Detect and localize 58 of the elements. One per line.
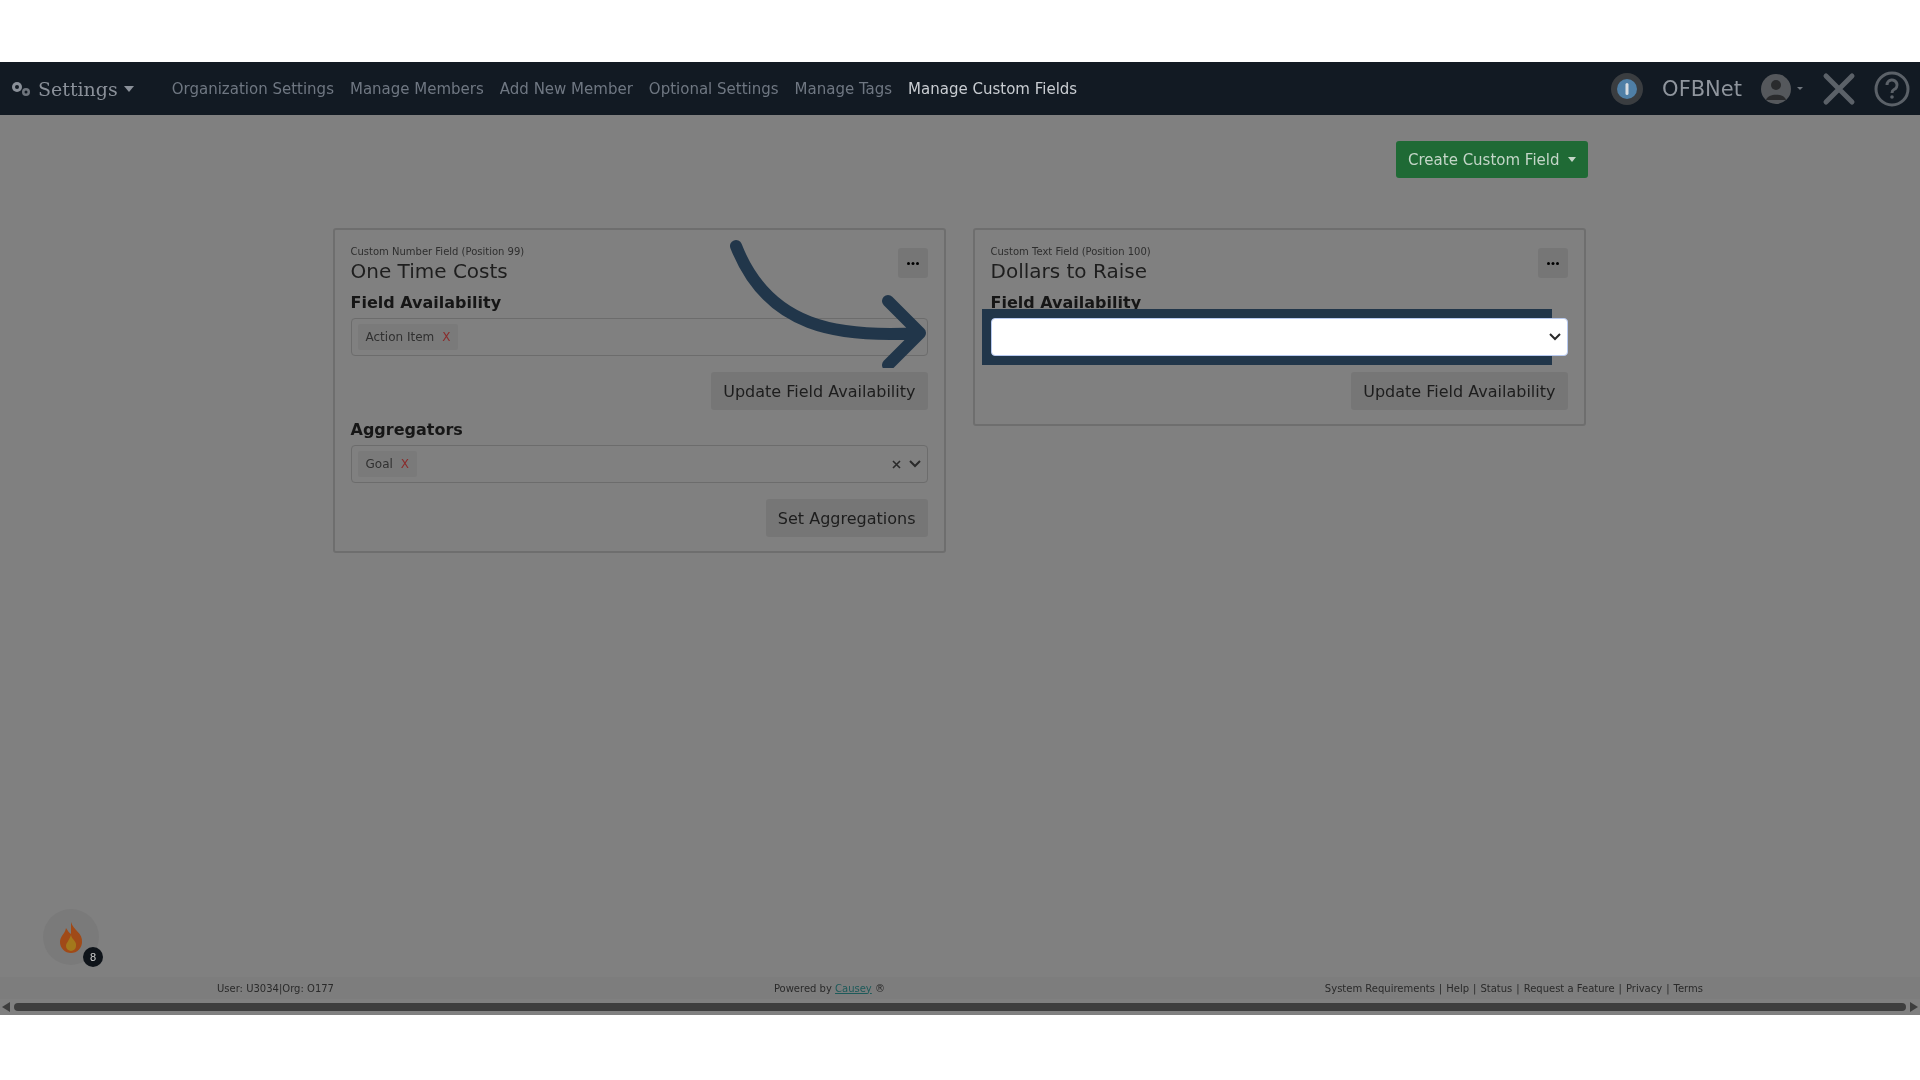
create-custom-field-button[interactable]: Create Custom Field bbox=[1396, 141, 1588, 178]
nav-link[interactable]: Manage Custom Fields bbox=[908, 79, 1078, 98]
notification-count: 8 bbox=[83, 947, 103, 967]
nav-link[interactable]: Manage Members bbox=[349, 79, 484, 98]
footer-link[interactable]: Help bbox=[1446, 982, 1470, 994]
avatar-icon[interactable] bbox=[1760, 72, 1804, 105]
nav-link[interactable]: Add New Member bbox=[499, 79, 633, 98]
section-label: Field Availability bbox=[350, 293, 503, 312]
causey-link[interactable]: Causey bbox=[835, 982, 872, 994]
section-label: Field Availability bbox=[990, 293, 1143, 312]
select-field[interactable]: Action Item X bbox=[350, 318, 928, 356]
settings-menu[interactable]: Settings bbox=[10, 77, 134, 100]
tag-chip: Goal X bbox=[357, 451, 418, 477]
section-label: Aggregators bbox=[350, 420, 464, 439]
caret-icon bbox=[1567, 157, 1576, 162]
separator: | bbox=[1473, 982, 1477, 994]
field-title: One Time Costs bbox=[350, 259, 509, 283]
tag-chip: Action Item X bbox=[357, 324, 459, 350]
powered-by-text: Powered by Causey ® bbox=[773, 982, 885, 994]
user-info: User: U3034|Org: O177 bbox=[217, 982, 334, 994]
scrollbar-thumb[interactable] bbox=[14, 1003, 1906, 1011]
nav-link[interactable]: Optional Settings bbox=[648, 79, 779, 98]
footer-link[interactable]: Terms bbox=[1673, 982, 1703, 994]
ellipsis-icon bbox=[906, 261, 919, 265]
field-type-label: Custom Text Field (Position 100) bbox=[990, 246, 1152, 257]
caret-icon bbox=[123, 85, 134, 92]
separator: | bbox=[1618, 982, 1622, 994]
footer-link[interactable]: Privacy bbox=[1625, 982, 1663, 994]
gears-icon bbox=[10, 79, 32, 98]
scroll-right-icon[interactable] bbox=[1910, 1002, 1918, 1012]
info-icon bbox=[1610, 71, 1645, 106]
action-button[interactable]: Update Field Availability bbox=[711, 372, 928, 410]
select-field[interactable]: Goal X bbox=[350, 445, 928, 483]
chevron-down-icon bbox=[908, 460, 921, 468]
help-icon[interactable] bbox=[1874, 70, 1910, 107]
field-title: Dollars to Raise bbox=[990, 259, 1148, 283]
ellipsis-icon bbox=[1546, 261, 1559, 265]
more-options-button[interactable] bbox=[897, 248, 928, 278]
action-button[interactable]: Set Aggregations bbox=[765, 499, 928, 537]
separator: | bbox=[1438, 982, 1443, 994]
scroll-left-icon[interactable] bbox=[2, 1002, 10, 1012]
remove-tag-button[interactable]: X bbox=[400, 457, 410, 471]
flame-icon bbox=[58, 921, 84, 953]
organization-name: OFBNet bbox=[1662, 76, 1742, 101]
clear-icon[interactable] bbox=[891, 459, 901, 469]
footer-link[interactable]: Request a Feature bbox=[1523, 982, 1615, 994]
separator: | bbox=[1666, 982, 1670, 994]
more-options-button[interactable] bbox=[1537, 248, 1568, 278]
nav-link[interactable]: Organization Settings bbox=[171, 79, 334, 98]
action-button[interactable]: Update Field Availability bbox=[1351, 372, 1568, 410]
remove-tag-button[interactable]: X bbox=[442, 330, 451, 344]
footer-link[interactable]: Status bbox=[1480, 982, 1513, 994]
select-field[interactable] bbox=[990, 318, 1568, 356]
nav-link[interactable]: Manage Tags bbox=[794, 79, 893, 98]
field-type-label: Custom Number Field (Position 99) bbox=[350, 246, 526, 257]
chevron-down-icon bbox=[1548, 333, 1561, 341]
footer-link[interactable]: System Requirements bbox=[1324, 982, 1435, 994]
separator: | bbox=[1516, 982, 1520, 994]
